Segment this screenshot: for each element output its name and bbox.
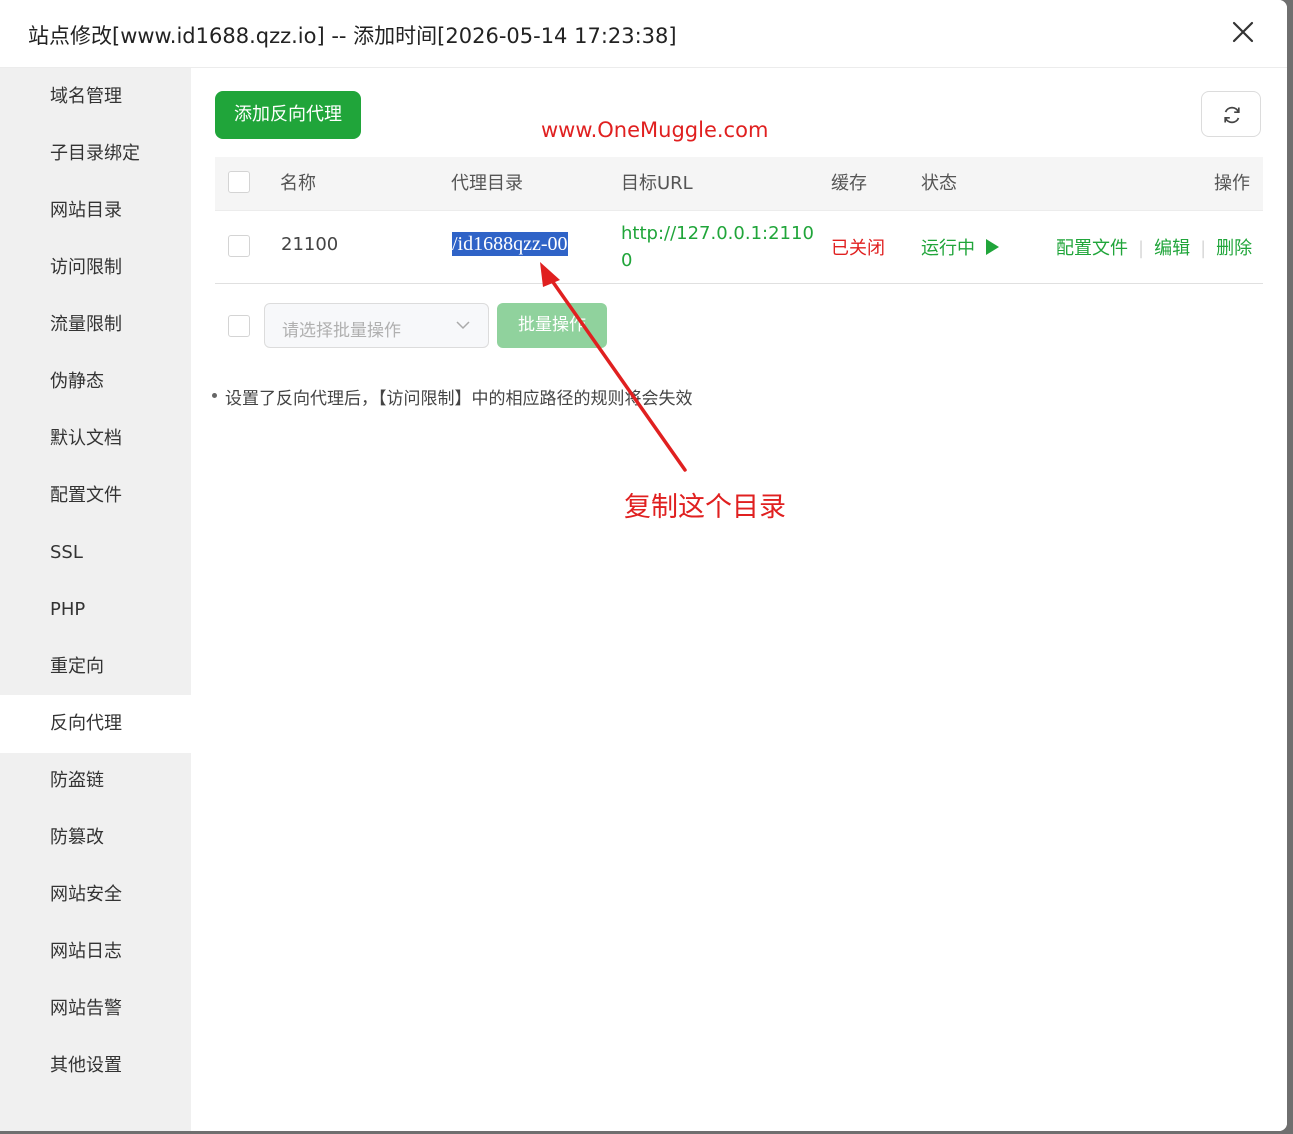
sidebar-item-ssl[interactable]: SSL xyxy=(0,524,191,581)
row-run-status-label: 运行中 xyxy=(921,238,975,259)
sidebar-item-tamper[interactable]: 防篡改 xyxy=(0,809,191,866)
annotation-label: 复制这个目录 xyxy=(624,492,786,523)
watermark: www.OneMuggle.com xyxy=(541,118,769,142)
sidebar-item-alerts[interactable]: 网站告警 xyxy=(0,980,191,1037)
table-row: 21100 /id1688qzz-00 http://127.0.0.1:211… xyxy=(215,211,1263,284)
sidebar-item-domain[interactable]: 域名管理 xyxy=(0,68,191,125)
sidebar-item-traffic-limit[interactable]: 流量限制 xyxy=(0,296,191,353)
tip-text: 设置了反向代理后，【访问限制】中的相应路径的规则将会失效 xyxy=(212,384,693,409)
row-target-url-line1: http://127.0.0.1:2110 xyxy=(621,223,814,244)
sidebar-item-site-dir[interactable]: 网站目录 xyxy=(0,182,191,239)
sidebar-item-subdir[interactable]: 子目录绑定 xyxy=(0,125,191,182)
sidebar-item-access-limit[interactable]: 访问限制 xyxy=(0,239,191,296)
add-reverse-proxy-button[interactable]: 添加反向代理 xyxy=(215,91,361,139)
row-dir-selected-text: /id1688qzz-00 xyxy=(452,232,568,256)
header-actions: 操作 xyxy=(1214,173,1250,194)
edit-link[interactable]: 编辑 xyxy=(1154,238,1190,259)
header-cache: 缓存 xyxy=(831,173,867,194)
row-actions: 配置文件 | 编辑 | 删除 xyxy=(1056,234,1252,260)
row-dir[interactable]: /id1688qzz-00 xyxy=(452,232,568,256)
site-edit-dialog: 站点修改[www.id1688.qzz.io] -- 添加时间[2026-05-… xyxy=(0,0,1287,1131)
sidebar-item-other[interactable]: 其他设置 xyxy=(0,1037,191,1094)
action-divider: | xyxy=(1138,238,1145,259)
config-file-link[interactable]: 配置文件 xyxy=(1056,238,1128,259)
sidebar: 域名管理 子目录绑定 网站目录 访问限制 流量限制 伪静态 默认文档 配置文件 … xyxy=(0,68,191,1131)
batch-operation-select[interactable]: 请选择批量操作 xyxy=(264,303,489,348)
sidebar-item-config-file[interactable]: 配置文件 xyxy=(0,467,191,524)
header-status: 状态 xyxy=(921,173,957,194)
sidebar-item-rewrite[interactable]: 伪静态 xyxy=(0,353,191,410)
row-checkbox[interactable] xyxy=(228,235,250,257)
header-name: 名称 xyxy=(280,173,316,194)
refresh-button[interactable] xyxy=(1201,91,1261,137)
row-run-status[interactable]: 运行中 xyxy=(921,234,999,260)
row-target-url-line2: 0 xyxy=(621,250,633,271)
refresh-icon xyxy=(1224,106,1240,124)
batch-operations: 请选择批量操作 批量操作 xyxy=(215,303,1215,349)
main-panel: 添加反向代理 www.OneMuggle.com 名称 代理目录 目标URL 缓… xyxy=(191,68,1287,1131)
table-header: 名称 代理目录 目标URL 缓存 状态 操作 xyxy=(215,157,1263,211)
close-icon[interactable] xyxy=(1229,18,1257,46)
sidebar-item-redirect[interactable]: 重定向 xyxy=(0,638,191,695)
dialog-titlebar: 站点修改[www.id1688.qzz.io] -- 添加时间[2026-05-… xyxy=(0,0,1287,68)
batch-select-placeholder: 请选择批量操作 xyxy=(282,321,401,341)
sidebar-item-php[interactable]: PHP xyxy=(0,581,191,638)
delete-link[interactable]: 删除 xyxy=(1216,238,1252,259)
chevron-down-icon xyxy=(456,321,470,330)
header-url: 目标URL xyxy=(621,173,693,194)
row-target-url: http://127.0.0.1:2110 0 xyxy=(621,220,814,274)
action-divider: | xyxy=(1200,238,1207,259)
sidebar-item-logs[interactable]: 网站日志 xyxy=(0,923,191,980)
play-icon xyxy=(985,239,999,255)
sidebar-item-security[interactable]: 网站安全 xyxy=(0,866,191,923)
dialog-title: 站点修改[www.id1688.qzz.io] -- 添加时间[2026-05-… xyxy=(28,24,677,48)
sidebar-item-reverse-proxy[interactable]: 反向代理 xyxy=(0,695,191,753)
sidebar-item-default-doc[interactable]: 默认文档 xyxy=(0,410,191,467)
header-dir: 代理目录 xyxy=(451,173,523,194)
sidebar-item-hotlink[interactable]: 防盗链 xyxy=(0,752,191,809)
select-all-checkbox[interactable] xyxy=(228,171,250,193)
batch-execute-button[interactable]: 批量操作 xyxy=(497,303,607,348)
batch-select-checkbox[interactable] xyxy=(228,315,250,337)
row-cache-status[interactable]: 已关闭 xyxy=(831,234,885,260)
row-name: 21100 xyxy=(281,234,339,255)
